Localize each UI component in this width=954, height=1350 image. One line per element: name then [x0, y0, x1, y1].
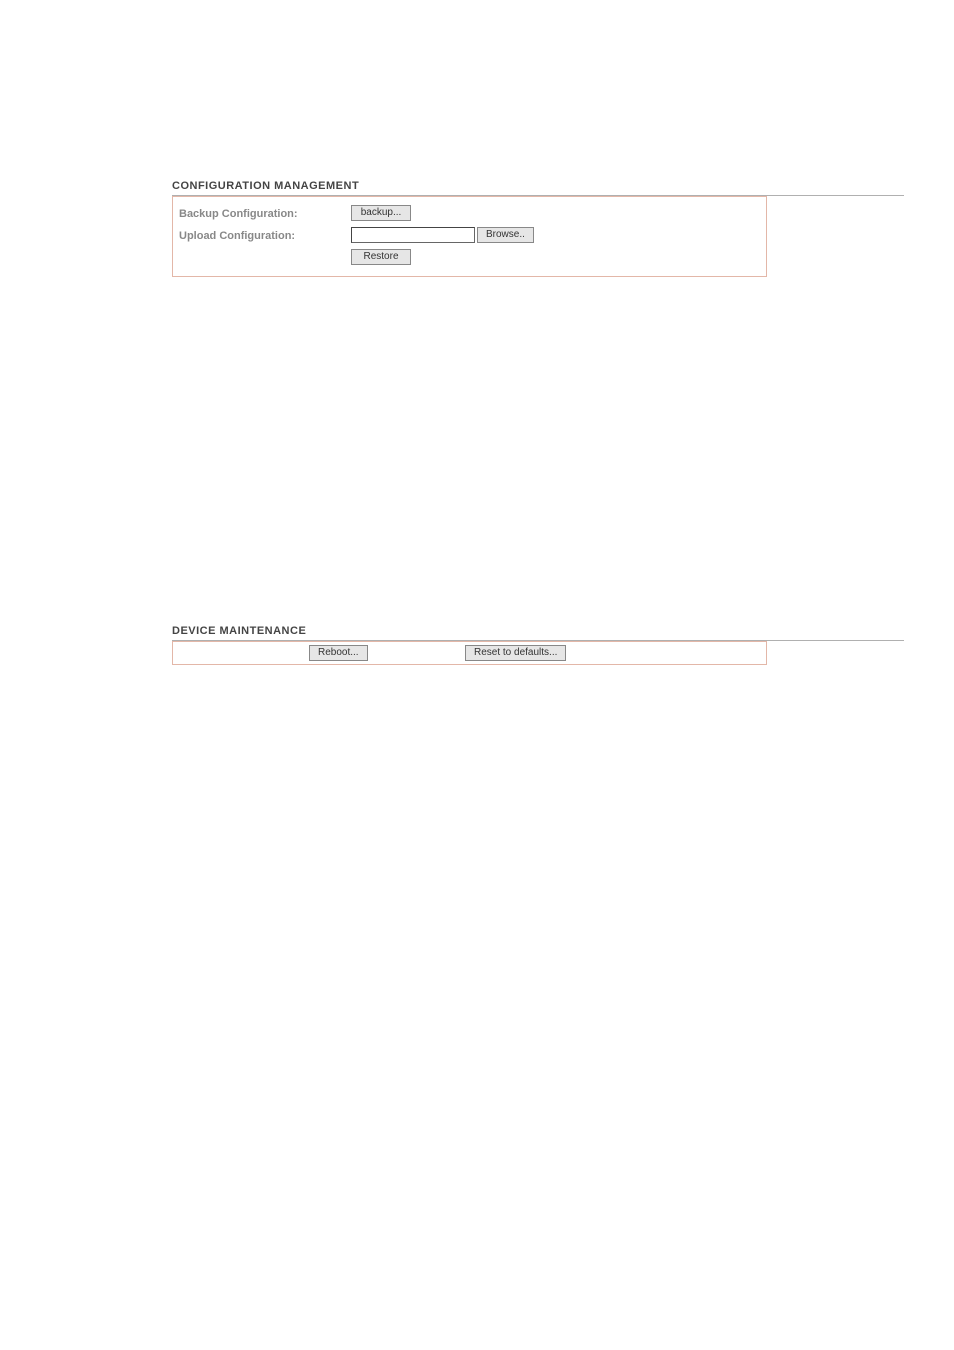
restore-button[interactable]: Restore	[351, 249, 411, 265]
config-box: Backup Configuration: backup... Upload C…	[172, 196, 767, 277]
maintenance-title: DEVICE MAINTENANCE	[172, 625, 904, 637]
backup-row: Backup Configuration: backup...	[179, 202, 760, 224]
spacer	[172, 277, 904, 625]
backup-button[interactable]: backup...	[351, 205, 411, 221]
reset-defaults-button[interactable]: Reset to defaults...	[465, 645, 566, 661]
restore-spacer	[179, 256, 351, 258]
restore-row: Restore	[179, 246, 760, 268]
browse-button[interactable]: Browse..	[477, 227, 534, 243]
upload-filepath-input[interactable]	[351, 227, 475, 243]
upload-label: Upload Configuration:	[179, 228, 351, 242]
reboot-button[interactable]: Reboot...	[309, 645, 368, 661]
maintenance-box: Reboot... Reset to defaults...	[172, 641, 767, 665]
config-title: CONFIGURATION MANAGEMENT	[172, 180, 904, 192]
upload-row: Upload Configuration: Browse..	[179, 224, 760, 246]
backup-label: Backup Configuration:	[179, 206, 351, 220]
